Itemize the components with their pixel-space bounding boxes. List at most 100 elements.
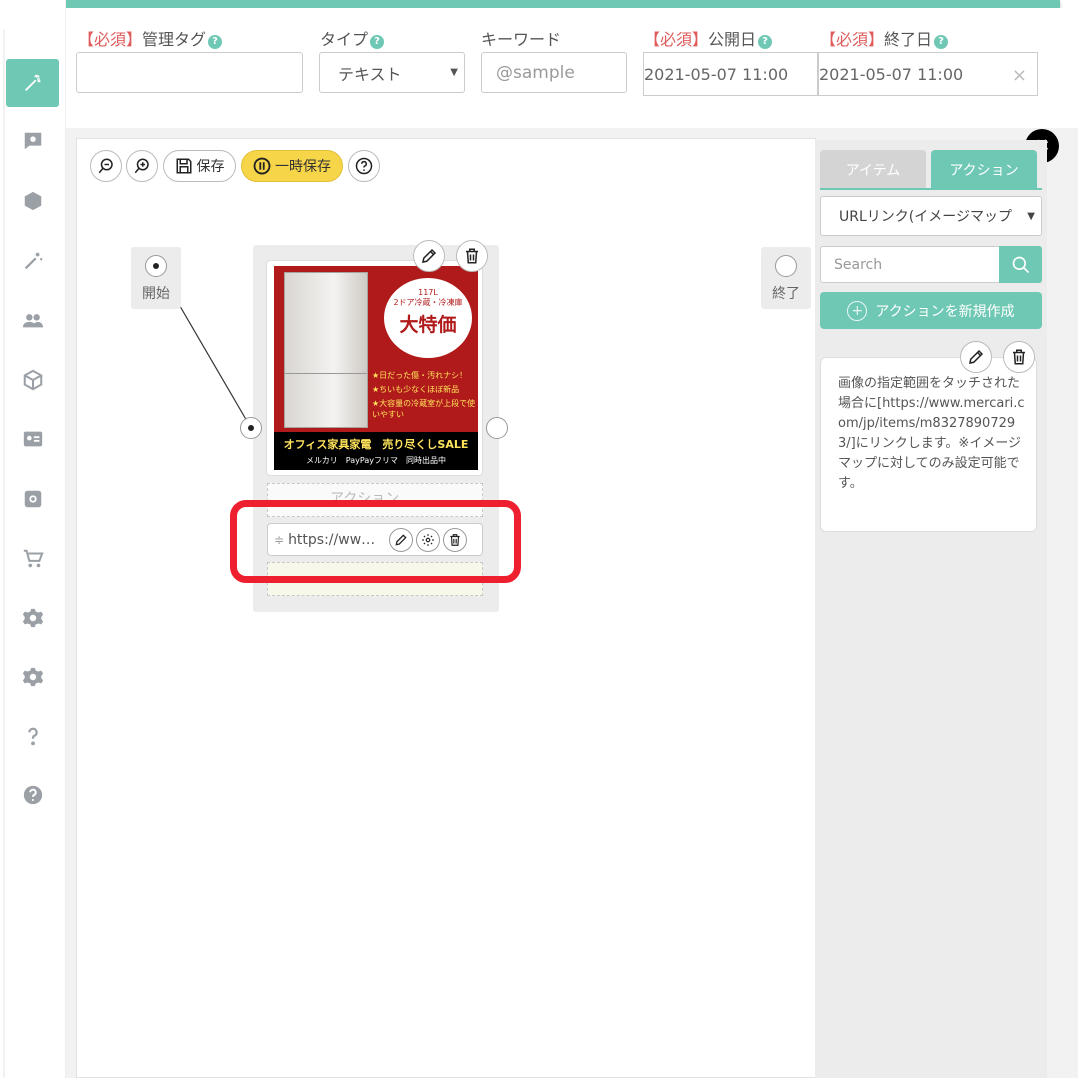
action-detail-card: 画像の指定範囲をタッチされた場合に[https://www.mercari.co… bbox=[820, 357, 1037, 532]
package-icon bbox=[23, 369, 42, 391]
action-search-input[interactable]: Search bbox=[820, 246, 1000, 283]
temp-save-label: 一時保存 bbox=[275, 159, 331, 175]
gear-icon bbox=[22, 667, 43, 687]
type-label: タイプ? bbox=[320, 26, 385, 50]
question-circle-icon bbox=[23, 785, 42, 805]
search-button[interactable] bbox=[999, 246, 1042, 283]
price-bubble: 117L 2ドア冷蔵・冷凍庫 大特価 bbox=[384, 278, 472, 358]
sidebar-item-faq[interactable] bbox=[6, 771, 59, 819]
help-icon[interactable]: ? bbox=[934, 35, 949, 49]
users-icon bbox=[22, 314, 43, 328]
chat-gear-icon bbox=[24, 132, 41, 150]
action-type-value: URLリンク(イメージマップ bbox=[839, 209, 1012, 225]
bubble-small-text: 117L 2ドア冷蔵・冷凍庫 bbox=[393, 288, 463, 307]
delete-card-button[interactable] bbox=[456, 240, 488, 272]
edit-action-detail-button[interactable] bbox=[960, 341, 992, 373]
question-circle-icon bbox=[355, 157, 373, 175]
temp-save-button[interactable]: 一時保存 bbox=[241, 150, 343, 182]
sidebar-item-settings[interactable] bbox=[6, 594, 59, 642]
tab-underline bbox=[820, 188, 1042, 190]
sidebar-item-magic[interactable] bbox=[6, 59, 59, 107]
zoom-out-button[interactable] bbox=[90, 150, 122, 182]
caret-down-icon: ▼ bbox=[450, 67, 458, 78]
cart-icon bbox=[23, 549, 44, 568]
end-node[interactable]: 終了 bbox=[761, 247, 811, 309]
cube-icon bbox=[24, 191, 41, 211]
tag-label: 【必須】管理タグ? bbox=[78, 26, 223, 50]
card-output-port[interactable] bbox=[486, 417, 508, 439]
edit-card-button[interactable] bbox=[413, 240, 445, 272]
magic-wand-icon bbox=[24, 74, 40, 91]
new-action-button[interactable]: + アクションを新規作成 bbox=[820, 292, 1042, 329]
wand-icon bbox=[24, 252, 42, 270]
action-type-select[interactable]: URLリンク(イメージマップ ▼ bbox=[820, 196, 1042, 236]
gear-box-icon bbox=[24, 490, 41, 508]
trash-icon bbox=[466, 248, 478, 264]
sale-band: オフィス家具家電 売り尽くしSALE メルカリ PayPayフリマ 同時出品中 bbox=[274, 432, 478, 470]
sidebar-nav bbox=[0, 0, 66, 1078]
help-button[interactable] bbox=[348, 150, 380, 182]
start-output-port[interactable] bbox=[145, 255, 167, 277]
sidebar-item-package[interactable] bbox=[6, 356, 59, 404]
clear-icon[interactable]: × bbox=[1012, 65, 1027, 86]
sidebar-item-effects[interactable] bbox=[6, 237, 59, 285]
keyword-input[interactable]: @sample bbox=[481, 52, 627, 93]
help-icon[interactable]: ? bbox=[370, 35, 385, 49]
floppy-disk-icon bbox=[176, 158, 191, 174]
sidebar-item-settings-box[interactable] bbox=[6, 475, 59, 523]
new-action-label: アクションを新規作成 bbox=[875, 303, 1015, 320]
search-icon bbox=[1012, 256, 1029, 273]
help-icon[interactable]: ? bbox=[758, 35, 773, 49]
sidebar-item-advanced-settings[interactable] bbox=[6, 653, 59, 701]
image-map-picture[interactable]: 117L 2ドア冷蔵・冷凍庫 大特価 ★日だった傷・汚れナシ！ ★ちいも少なくほ… bbox=[274, 266, 478, 470]
start-label: 開始 bbox=[142, 286, 170, 302]
save-button[interactable]: 保存 bbox=[163, 150, 236, 182]
help-icon[interactable]: ? bbox=[208, 35, 223, 49]
delete-action-detail-button[interactable] bbox=[1003, 341, 1035, 373]
card-input-port[interactable] bbox=[240, 417, 262, 439]
zoom-in-icon bbox=[134, 158, 149, 174]
question-icon bbox=[27, 727, 38, 746]
trash-icon bbox=[1013, 349, 1025, 365]
sidebar-divider bbox=[3, 30, 5, 1078]
highlight-box bbox=[230, 500, 521, 583]
start-node[interactable]: 開始 bbox=[131, 247, 181, 309]
zoom-out-icon bbox=[98, 158, 113, 174]
publish-date-label: 【必須】公開日? bbox=[644, 26, 773, 50]
save-label: 保存 bbox=[196, 159, 225, 175]
keyword-label: キーワード bbox=[481, 30, 562, 49]
tab-items[interactable]: アイテム bbox=[820, 150, 926, 190]
sale-band-subtitle: メルカリ PayPayフリマ 同時出品中 bbox=[306, 456, 446, 465]
pencil-icon bbox=[969, 349, 984, 364]
feature-text: ★日だった傷・汚れナシ！ bbox=[372, 371, 468, 380]
tab-actions[interactable]: アクション bbox=[931, 150, 1037, 190]
sidebar-item-contacts[interactable] bbox=[6, 415, 59, 463]
id-card-icon bbox=[23, 431, 42, 447]
sale-band-title: オフィス家具家電 売り尽くしSALE bbox=[283, 438, 469, 451]
zoom-in-button[interactable] bbox=[126, 150, 158, 182]
end-input-port[interactable] bbox=[775, 255, 797, 277]
bubble-big-text: 大特価 bbox=[399, 314, 457, 336]
feature-text: ★ちいも少なくほぼ新品 bbox=[372, 385, 460, 394]
caret-down-icon: ▼ bbox=[1027, 211, 1035, 222]
pause-circle-icon bbox=[253, 157, 271, 175]
gear-icon bbox=[22, 608, 43, 628]
action-description: 画像の指定範囲をタッチされた場合に[https://www.mercari.co… bbox=[838, 376, 1025, 491]
end-date-label: 【必須】終了日? bbox=[820, 26, 949, 50]
feature-text: ★大容量の冷蔵室が上段で使いやすい bbox=[372, 399, 476, 419]
sidebar-item-messages[interactable] bbox=[6, 117, 59, 165]
sidebar-item-cart[interactable] bbox=[6, 535, 59, 583]
end-label: 終了 bbox=[772, 286, 800, 302]
end-date-input[interactable]: 2021-05-07 11:00 × bbox=[818, 52, 1038, 96]
tag-input[interactable] bbox=[76, 52, 303, 93]
type-select[interactable]: テキスト ▼ bbox=[319, 52, 465, 93]
fridge-illustration bbox=[284, 272, 368, 428]
search-placeholder: Search bbox=[834, 256, 883, 273]
sidebar-item-box[interactable] bbox=[6, 177, 59, 225]
sidebar-item-users[interactable] bbox=[6, 297, 59, 345]
plus-circle-icon: + bbox=[847, 300, 868, 321]
publish-date-input[interactable]: 2021-05-07 11:00 bbox=[643, 52, 818, 96]
sidebar-item-help[interactable] bbox=[6, 712, 59, 760]
pencil-icon bbox=[422, 248, 437, 263]
top-accent-bar bbox=[0, 0, 1060, 8]
